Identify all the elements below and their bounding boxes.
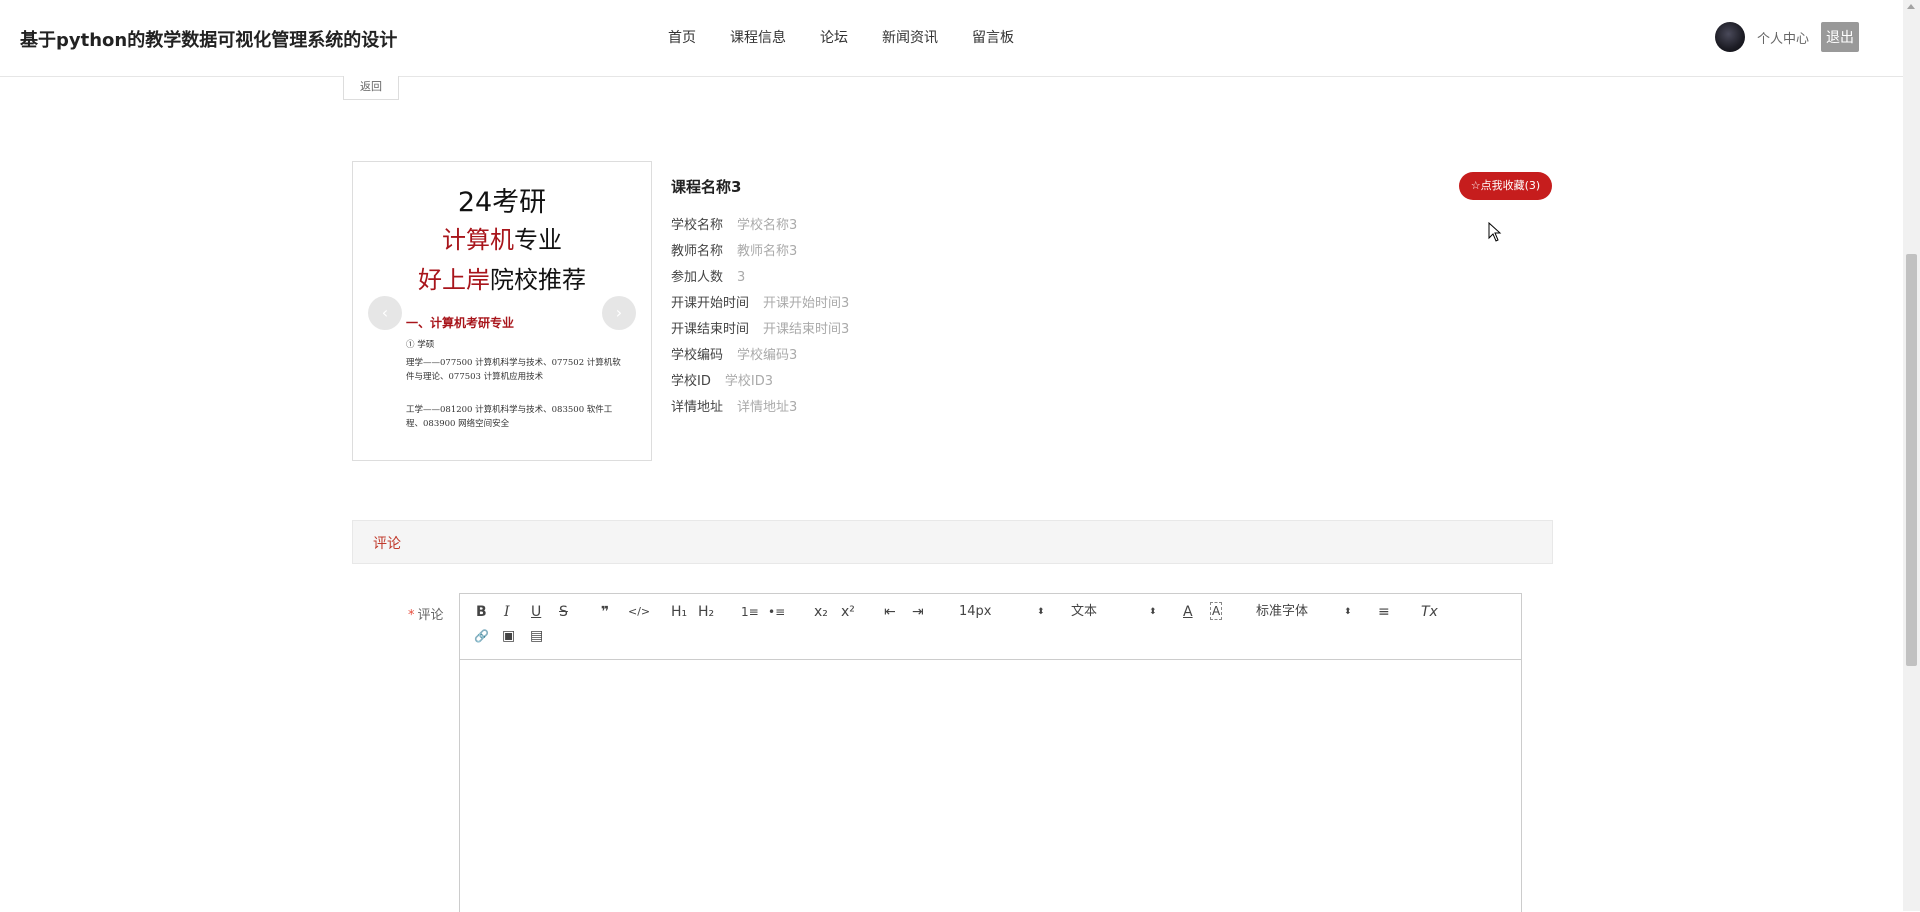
- bold-icon[interactable]: B: [476, 602, 487, 622]
- superscript-icon[interactable]: x²: [841, 602, 855, 622]
- comment-rich-text-editor: B I U S ❞ </> H₁ H₂ 1≡ •≡ x₂ x² ⇤ ⇥ 14px…: [459, 593, 1522, 912]
- info-row-school-code: 学校编码 学校编码3: [671, 348, 798, 363]
- poster-line-2: 计算机专业: [442, 226, 562, 254]
- site-title: 基于python的教学数据可视化管理系统的设计: [20, 30, 398, 51]
- nav-news[interactable]: 新闻资讯: [882, 27, 938, 47]
- italic-icon[interactable]: I: [504, 602, 510, 622]
- nav-home[interactable]: 首页: [668, 27, 696, 47]
- info-row-school-name: 学校名称 学校名称3: [671, 218, 798, 233]
- poster-text-2: 工学——081200 计算机科学与技术、083500 软件工程、083900 网…: [406, 405, 613, 429]
- info-row-start-time: 开课开始时间 开课开始时间3: [671, 296, 850, 311]
- carousel-next-arrow-icon[interactable]: ›: [602, 296, 636, 330]
- main-nav: 首页 课程信息 论坛 新闻资讯 留言板: [668, 27, 1048, 47]
- video-icon[interactable]: ▤: [530, 626, 543, 646]
- heading-1-icon[interactable]: H₁: [671, 602, 687, 622]
- nav-forum[interactable]: 论坛: [820, 27, 848, 47]
- course-image-carousel: 24考研 计算机专业 好上岸院校推荐 一、计算机考研专业 ① 学硕 理学——07…: [352, 161, 652, 461]
- link-icon[interactable]: 🔗: [474, 626, 489, 646]
- select-arrows-icon: ⬍: [1344, 607, 1352, 617]
- user-area: 个人中心 退出: [1715, 22, 1860, 52]
- avatar[interactable]: [1715, 22, 1745, 52]
- scroll-up-arrow-icon[interactable]: [1907, 4, 1915, 9]
- align-icon[interactable]: ≡: [1378, 602, 1390, 622]
- top-header: 基于python的教学数据可视化管理系统的设计 首页 课程信息 论坛 新闻资讯 …: [0, 0, 1903, 77]
- course-name: 课程名称3: [671, 178, 742, 196]
- select-arrows-icon: ⬍: [1149, 607, 1157, 617]
- info-row-end-time: 开课结束时间 开课结束时间3: [671, 322, 850, 337]
- mouse-pointer-icon: [1488, 222, 1502, 242]
- select-arrows-icon: ⬍: [1037, 607, 1045, 617]
- info-row-teacher-name: 教师名称 教师名称3: [671, 244, 798, 259]
- strikethrough-icon[interactable]: S: [559, 602, 568, 622]
- clear-format-icon[interactable]: Tx: [1421, 602, 1438, 622]
- editor-toolbar: B I U S ❞ </> H₁ H₂ 1≡ •≡ x₂ x² ⇤ ⇥ 14px…: [460, 594, 1521, 660]
- poster-subtitle: ① 学硕: [406, 340, 435, 350]
- ordered-list-icon[interactable]: 1≡: [741, 602, 759, 622]
- comment-tab-bar: 评论: [352, 520, 1553, 564]
- nav-message-board[interactable]: 留言板: [972, 27, 1014, 47]
- blockquote-icon[interactable]: ❞: [601, 602, 609, 622]
- logout-button[interactable]: 退出: [1821, 22, 1860, 52]
- poster-section-title: 一、计算机考研专业: [406, 316, 515, 330]
- bullet-list-icon[interactable]: •≡: [768, 602, 785, 622]
- info-row-participants: 参加人数 3: [671, 270, 746, 285]
- image-icon[interactable]: ▣: [502, 626, 515, 646]
- info-row-address: 详情地址 详情地址3: [671, 400, 798, 415]
- info-row-school-id: 学校ID 学校ID3: [671, 374, 773, 389]
- background-color-icon[interactable]: A: [1210, 602, 1223, 620]
- favorite-button[interactable]: ☆点我收藏(3): [1459, 172, 1552, 200]
- page-scrollbar[interactable]: [1903, 0, 1920, 911]
- font-size-select[interactable]: 14px ⬍: [959, 602, 1045, 622]
- font-family-select[interactable]: 标准字体 ⬍: [1256, 602, 1352, 622]
- back-button[interactable]: 返回: [343, 76, 399, 100]
- text-type-select[interactable]: 文本 ⬍: [1071, 602, 1157, 622]
- poster-line-3: 好上岸院校推荐: [418, 266, 586, 294]
- carousel-prev-arrow-icon[interactable]: ‹: [368, 296, 402, 330]
- heading-2-icon[interactable]: H₂: [698, 602, 714, 622]
- text-color-icon[interactable]: A: [1183, 602, 1193, 622]
- indent-icon[interactable]: ⇥: [912, 602, 924, 622]
- poster-headline: 24考研: [457, 187, 547, 218]
- personal-center-link[interactable]: 个人中心: [1757, 28, 1809, 47]
- poster-text-1: 理学——077500 计算机科学与技术、077502 计算机软件与理论、0775…: [406, 358, 621, 382]
- underline-icon[interactable]: U: [531, 602, 541, 622]
- scrollbar-thumb[interactable]: [1906, 254, 1917, 666]
- comment-field-label: * 评论: [408, 608, 444, 623]
- comment-tab-title[interactable]: 评论: [373, 533, 401, 553]
- subscript-icon[interactable]: x₂: [814, 602, 828, 622]
- nav-course-info[interactable]: 课程信息: [730, 27, 786, 47]
- outdent-icon[interactable]: ⇤: [884, 602, 896, 622]
- comment-editor-body[interactable]: [460, 660, 1521, 912]
- code-block-icon[interactable]: </>: [628, 602, 650, 622]
